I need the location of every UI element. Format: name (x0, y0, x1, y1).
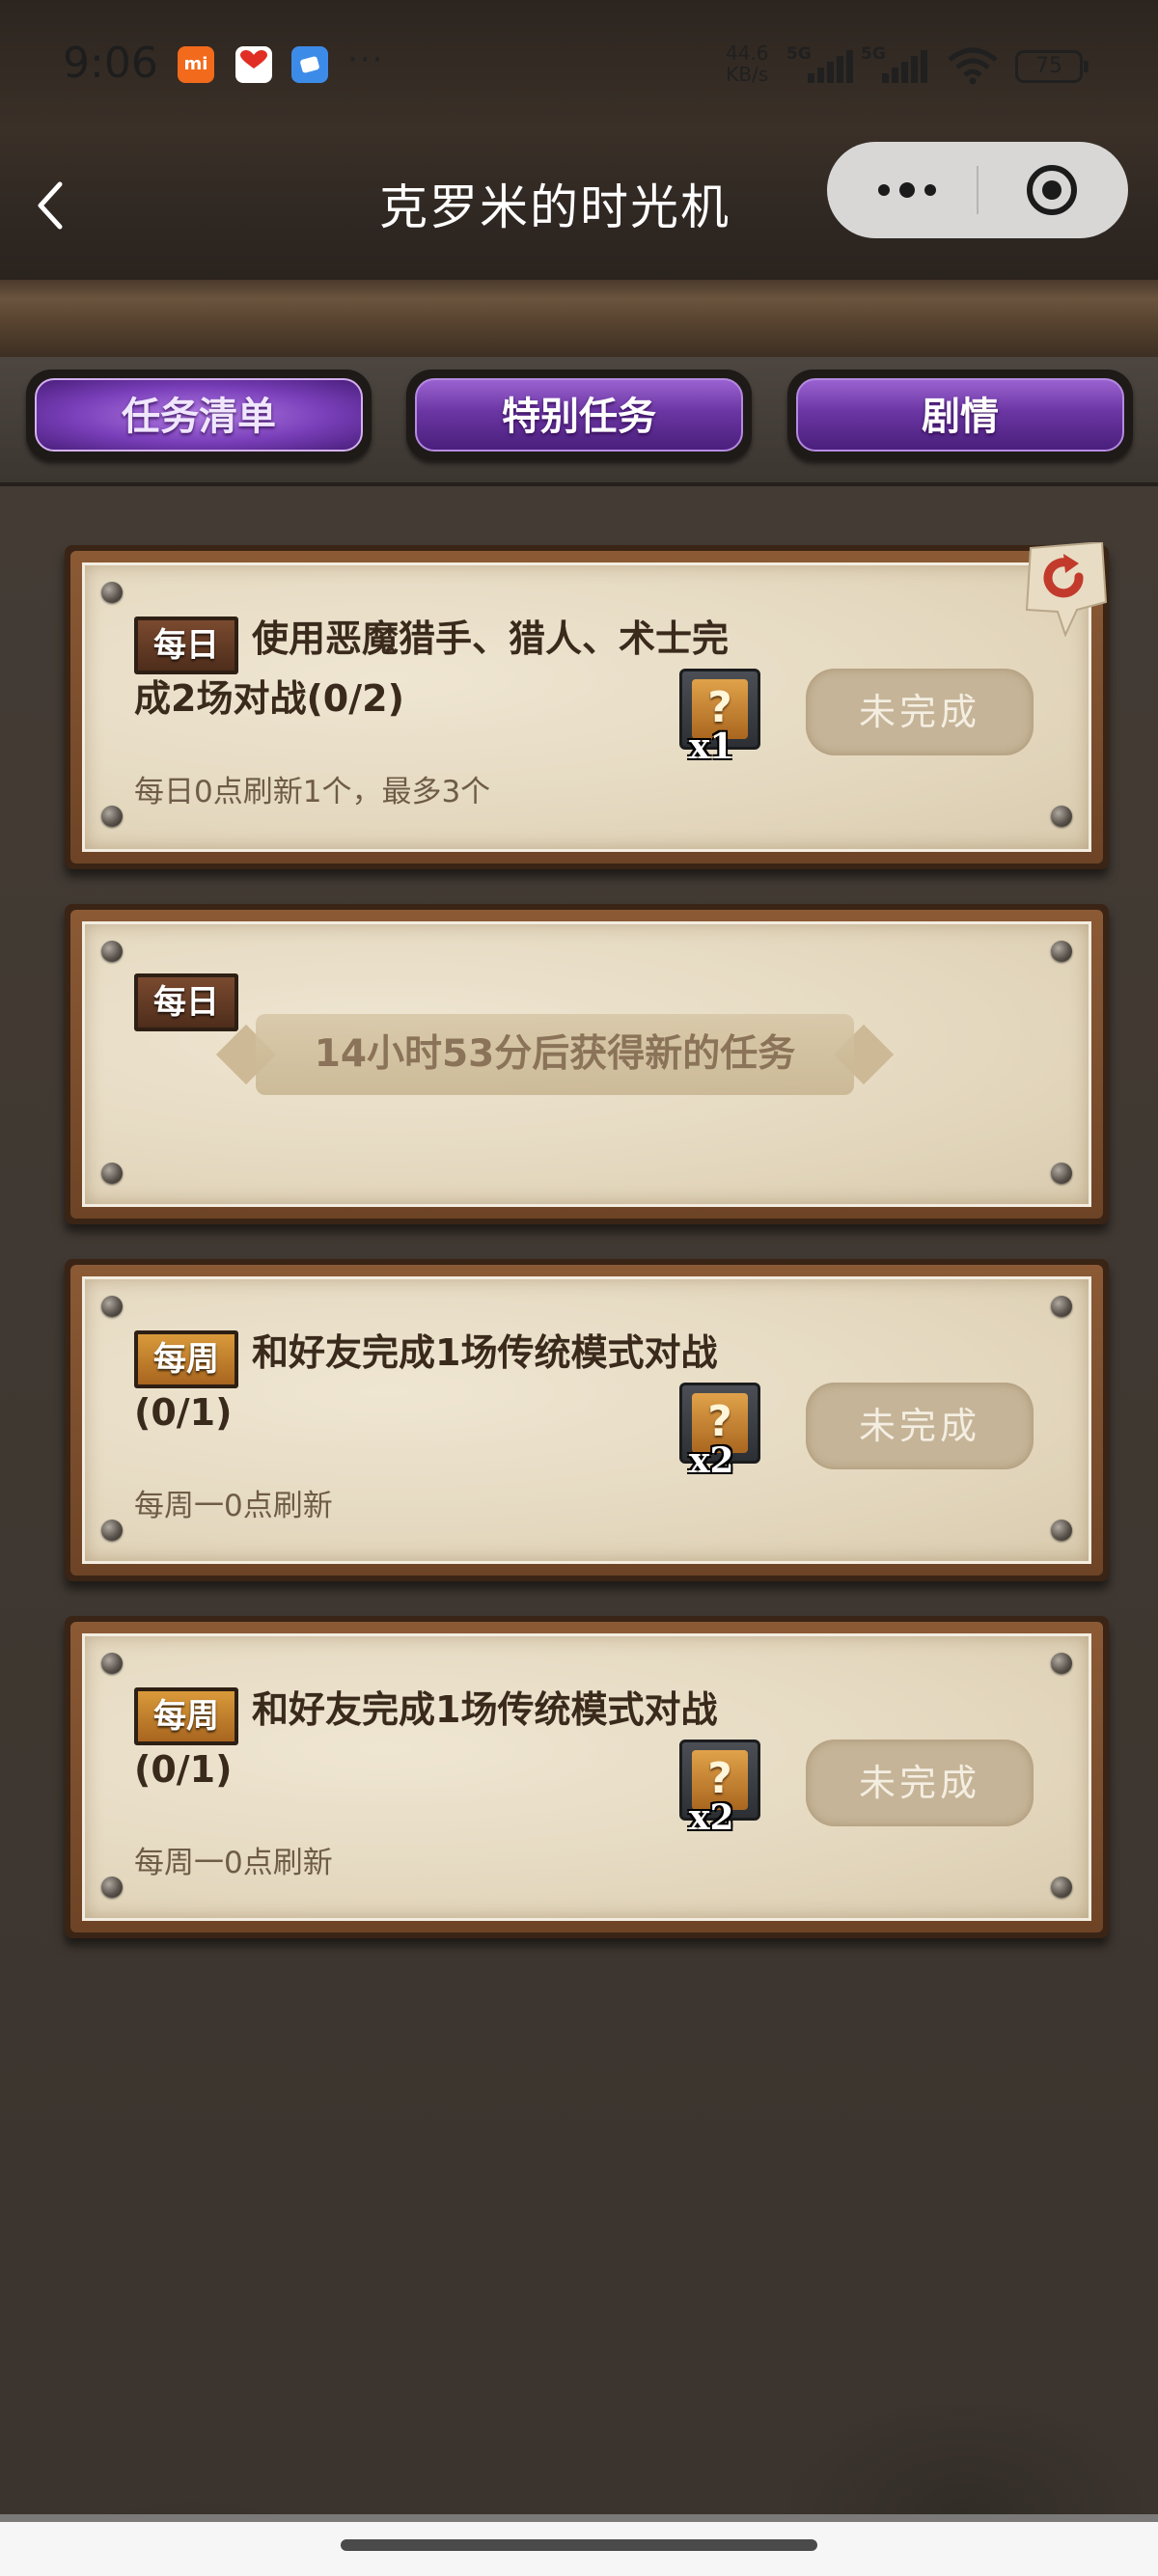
reward-quantity: x2 (689, 1797, 734, 1838)
mi-app-icon: mi (178, 46, 214, 83)
tab-task-list-label: 任务清单 (122, 395, 276, 439)
rivet-icon (101, 582, 123, 603)
reward-quantity: x2 (689, 1440, 734, 1481)
task-description: 和好友完成1场传统模式对战(0/1) (134, 1688, 718, 1791)
rivet-icon (1051, 806, 1072, 827)
wood-divider (0, 280, 1158, 357)
close-miniprogram-icon[interactable] (1025, 163, 1079, 217)
tab-bar: 任务清单 特别任务 剧情 (0, 357, 1158, 486)
bluesky-app-icon (291, 46, 328, 83)
title-bar: 克罗米的时光机 (0, 130, 1158, 283)
battery-icon: 75 (1015, 50, 1089, 83)
rivet-icon (101, 1163, 123, 1184)
rivet-icon (101, 1877, 123, 1898)
rivet-icon (101, 1653, 123, 1674)
home-indicator[interactable] (341, 2539, 817, 2551)
rivet-icon (101, 941, 123, 962)
status-bar: 9:06 mi ··· 44.6 KB/s 5G 5G 75 (0, 0, 1158, 130)
mystery-card-pack-icon: ? x2 (677, 1383, 764, 1481)
tab-task-list[interactable]: 任务清单 (26, 370, 372, 460)
wifi-icon (948, 47, 998, 85)
more-notifications-icon: ··· (347, 41, 385, 79)
task-card-4: 每周 和好友完成1场传统模式对战(0/1) 每周一0点刷新 ? x2 未完成 (65, 1616, 1109, 1938)
rivet-icon (1051, 941, 1072, 962)
countdown-text: 14小时53分后获得新的任务 (314, 1032, 796, 1076)
tab-special-tasks[interactable]: 特别任务 (406, 370, 752, 460)
mystery-card-pack-icon: ? x1 (677, 669, 764, 767)
tab-story[interactable]: 剧情 (787, 370, 1133, 460)
more-menu-icon[interactable] (866, 166, 949, 214)
net-speed-value: 44.6 (726, 41, 769, 65)
tab-special-tasks-label: 特别任务 (502, 395, 656, 439)
pdd-app-icon (235, 46, 272, 83)
signal-1-tag: 5G (786, 44, 812, 64)
task-card-3: 每周 和好友完成1场传统模式对战(0/1) 每周一0点刷新 ? x2 未完成 (65, 1259, 1109, 1581)
task-status-button[interactable]: 未完成 (806, 1383, 1034, 1469)
rivet-icon (101, 1296, 123, 1317)
task-card-1: 每日 使用恶魔猎手、猎人、术士完成2场对战(0/2) 每日0点刷新1个，最多3个… (65, 545, 1109, 869)
miniprogram-capsule (827, 142, 1128, 238)
signal-2-tag: 5G (861, 44, 886, 64)
net-speed: 44.6 KB/s (726, 42, 769, 85)
net-speed-unit: KB/s (726, 63, 769, 86)
rivet-icon (1051, 1877, 1072, 1898)
countdown-banner: 14小时53分后获得新的任务 (209, 1000, 900, 1109)
rivet-icon (1051, 1296, 1072, 1317)
rivet-icon (1051, 1520, 1072, 1541)
rivet-icon (101, 806, 123, 827)
bluesky-glyph (300, 56, 319, 73)
pdd-heart-glyph (240, 50, 267, 69)
refresh-tasks-icon[interactable] (1019, 542, 1108, 637)
bottom-scroll-edge (0, 2514, 1158, 2522)
rivet-icon (1051, 1653, 1072, 1674)
task-description: 和好友完成1场传统模式对战(0/1) (134, 1331, 718, 1434)
task-description: 使用恶魔猎手、猎人、术士完成2场对战(0/2) (134, 617, 730, 720)
rivet-icon (101, 1520, 123, 1541)
mystery-card-pack-icon: ? x2 (677, 1740, 764, 1838)
task-status-button[interactable]: 未完成 (806, 669, 1034, 755)
task-card-2: 每日 14小时53分后获得新的任务 (65, 904, 1109, 1224)
signal-1-icon: 5G (786, 44, 854, 83)
refresh-note: 每周一0点刷新 (134, 1846, 333, 1880)
signal-2-icon: 5G (861, 44, 933, 83)
task-status-button[interactable]: 未完成 (806, 1740, 1034, 1826)
capsule-divider (977, 166, 979, 214)
battery-level: 75 (1035, 54, 1062, 78)
tab-story-label: 剧情 (922, 395, 999, 439)
refresh-note: 每周一0点刷新 (134, 1489, 333, 1523)
refresh-note: 每日0点刷新1个，最多3个 (134, 775, 491, 809)
rivet-icon (1051, 1163, 1072, 1184)
status-time: 9:06 (63, 39, 158, 88)
reward-quantity: x1 (689, 726, 734, 767)
